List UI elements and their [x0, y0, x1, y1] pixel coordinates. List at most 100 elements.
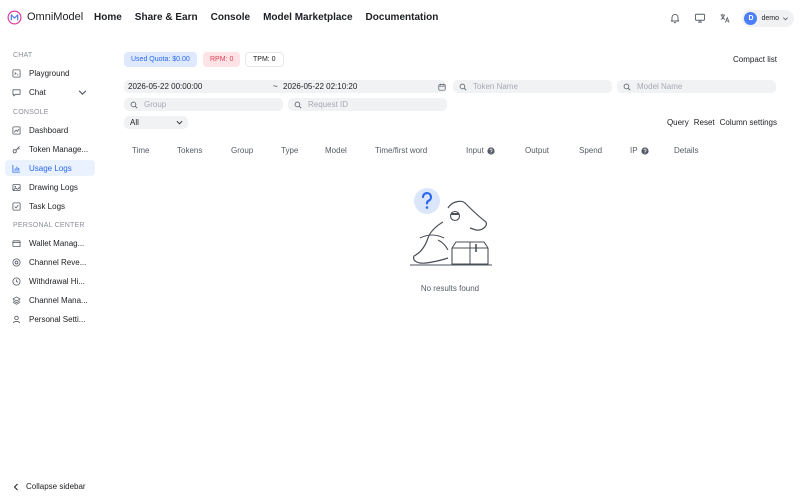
compact-list-toggle[interactable]: Compact list: [733, 55, 777, 64]
help-icon[interactable]: [487, 146, 495, 155]
section-title-console: CONSOLE: [13, 109, 49, 116]
checkbox-icon: [12, 201, 21, 211]
omnimodel-logo-icon[interactable]: [7, 10, 22, 25]
user-icon: [12, 315, 21, 323]
query-button[interactable]: Query: [667, 118, 689, 127]
clock-icon: [12, 276, 21, 286]
translate-icon[interactable]: [716, 9, 734, 27]
sidebar: CHAT Playground Chat CONSOLE Dashboard T…: [0, 36, 108, 500]
column-header-details: Details: [674, 146, 699, 155]
app-name[interactable]: OmniModel: [27, 11, 83, 23]
chevron-down-icon[interactable]: [78, 88, 87, 97]
collapse-sidebar-label: Collapse sidebar: [26, 482, 86, 491]
model-name-input[interactable]: Model Name: [617, 80, 776, 93]
sidebar-item-label: Usage Logs: [29, 163, 72, 173]
calendar-icon[interactable]: [438, 83, 446, 91]
used-quota-badge: Used Quota: $0.00: [124, 52, 197, 67]
column-header-group: Group: [231, 146, 254, 155]
rpm-badge: RPM: 0: [203, 52, 241, 67]
log-type-select[interactable]: All: [124, 116, 188, 129]
sidebar-item-wallet-management[interactable]: Wallet Manag...: [5, 235, 95, 251]
filter-actions: Query Reset Column settings: [662, 118, 777, 127]
layers-icon: [12, 296, 21, 305]
nav-home[interactable]: Home: [94, 12, 122, 23]
search-icon: [130, 101, 138, 108]
sidebar-item-drawing-logs[interactable]: Drawing Logs: [5, 179, 95, 195]
sidebar-item-withdrawal-history[interactable]: Withdrawal Hi...: [5, 273, 95, 289]
image-icon: [12, 183, 21, 191]
coin-icon: [12, 257, 21, 267]
top-bar: OmniModel Home Share & Earn Console Mode…: [0, 0, 800, 36]
group-placeholder: Group: [144, 100, 167, 109]
sidebar-item-dashboard[interactable]: Dashboard: [5, 122, 95, 138]
sidebar-item-label: Dashboard: [29, 125, 69, 135]
column-header-time-first-word: Time/first word: [375, 146, 428, 155]
sidebar-item-label: Task Logs: [29, 201, 66, 211]
nav-model-marketplace[interactable]: Model Marketplace: [263, 12, 352, 23]
nav-share-earn[interactable]: Share & Earn: [135, 12, 198, 23]
end-date-value[interactable]: 2026-05-22 02:10:20: [283, 82, 357, 91]
nav-documentation[interactable]: Documentation: [366, 12, 439, 23]
column-header-model: Model: [325, 146, 347, 155]
sidebar-item-label: Playground: [29, 68, 70, 78]
table-header: Time Tokens Group Type Model Time/first …: [124, 140, 778, 160]
date-range-picker[interactable]: 2026-05-22 00:00:00 ~ 2026-05-22 02:10:2…: [124, 80, 446, 93]
tpm-badge: TPM: 0: [245, 52, 284, 67]
start-date-value[interactable]: 2026-05-22 00:00:00: [128, 82, 202, 91]
group-input[interactable]: Group: [124, 98, 283, 111]
sidebar-item-channel-revenue[interactable]: Channel Reve...: [5, 254, 95, 270]
column-header-time: Time: [132, 146, 150, 155]
search-icon: [459, 83, 467, 90]
column-header-tokens: Tokens: [177, 146, 203, 155]
top-icons: D demo: [659, 9, 794, 27]
collapse-sidebar-button[interactable]: Collapse sidebar: [12, 482, 86, 491]
chevron-down-icon: [783, 16, 788, 20]
help-icon[interactable]: [640, 146, 649, 155]
token-name-input[interactable]: Token Name: [453, 80, 612, 93]
sidebar-item-label: Token Manage...: [29, 144, 89, 154]
sidebar-item-personal-settings[interactable]: Personal Setti...: [5, 311, 95, 327]
empty-state-text: No results found: [420, 284, 480, 293]
nav-console[interactable]: Console: [211, 12, 250, 23]
request-id-placeholder: Request ID: [308, 100, 349, 109]
date-separator: ~: [273, 82, 278, 91]
column-header-type: Type: [281, 146, 299, 155]
sidebar-item-chat[interactable]: Chat: [5, 84, 95, 100]
chevron-left-icon: [13, 483, 18, 490]
column-settings-button[interactable]: Column settings: [720, 118, 777, 127]
user-name: demo: [761, 14, 779, 22]
sidebar-item-task-logs[interactable]: Task Logs: [5, 198, 95, 214]
column-header-spend: Spend: [579, 146, 603, 155]
sidebar-item-label: Personal Setti...: [29, 314, 86, 324]
sidebar-item-channel-management[interactable]: Channel Mana...: [5, 292, 95, 308]
sidebar-item-label: Drawing Logs: [29, 182, 78, 192]
key-icon: [12, 145, 20, 153]
token-name-placeholder: Token Name: [473, 82, 518, 91]
search-icon: [294, 101, 302, 108]
chevron-down-icon: [176, 120, 183, 125]
column-header-output: Output: [525, 146, 550, 155]
sidebar-item-label: Wallet Manag...: [29, 238, 85, 248]
sidebar-item-playground[interactable]: Playground: [5, 65, 95, 81]
chat-icon: [12, 88, 21, 96]
bar-chart-icon: [12, 164, 21, 173]
playground-icon: [12, 68, 21, 78]
search-icon: [623, 83, 631, 90]
model-name-placeholder: Model Name: [637, 82, 683, 91]
sidebar-item-usage-logs[interactable]: Usage Logs: [5, 160, 95, 176]
wallet-icon: [12, 239, 21, 247]
monitor-icon[interactable]: [691, 9, 709, 27]
log-type-value: All: [130, 118, 139, 127]
bell-icon[interactable]: [666, 9, 684, 27]
sidebar-item-token-management[interactable]: Token Manage...: [5, 141, 95, 157]
column-header-input: Input: [466, 146, 495, 155]
dashboard-icon: [12, 125, 21, 135]
reset-button[interactable]: Reset: [694, 118, 715, 127]
sidebar-item-label: Channel Reve...: [29, 257, 87, 267]
section-title-personal-center: PERSONAL CENTER: [13, 222, 85, 229]
sidebar-item-label: Chat: [29, 87, 46, 97]
section-title-chat: CHAT: [13, 52, 33, 59]
user-menu[interactable]: D demo: [742, 9, 794, 27]
request-id-input[interactable]: Request ID: [288, 98, 447, 111]
top-nav: Home Share & Earn Console Model Marketpl…: [94, 12, 451, 23]
